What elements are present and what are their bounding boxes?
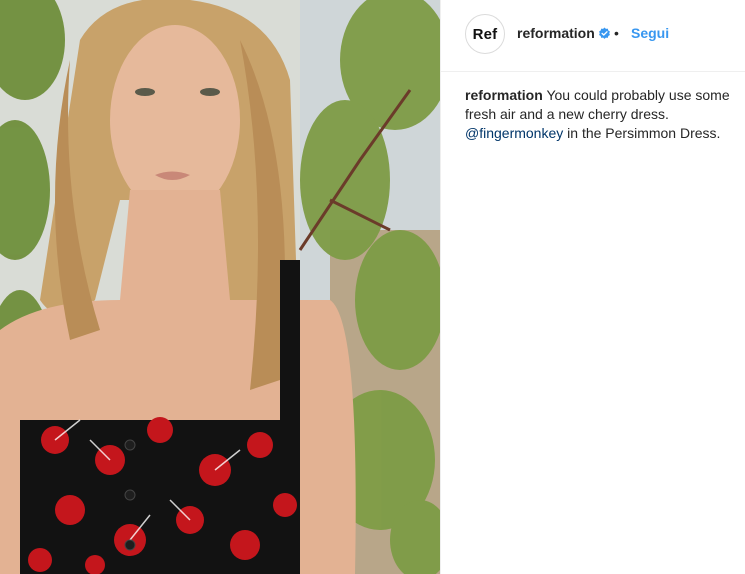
verified-badge-icon [599, 27, 610, 39]
header-username[interactable]: reformation [517, 25, 595, 41]
caption-mention-link[interactable]: @fingermonkey [465, 125, 563, 141]
avatar[interactable]: Ref [465, 14, 505, 54]
post-photo-illustration [0, 0, 440, 574]
post-caption: reformation You could probably use some … [465, 86, 735, 143]
caption-text-part2: in the Persimmon Dress. [567, 125, 721, 141]
post-header: Ref reformation • Segui [441, 0, 745, 72]
post-sidebar: Ref reformation • Segui reformation You … [440, 0, 745, 574]
caption-username[interactable]: reformation [465, 87, 543, 103]
follow-button[interactable]: Segui [631, 25, 669, 41]
separator-dot: • [614, 25, 619, 41]
post-image[interactable] [0, 0, 440, 574]
